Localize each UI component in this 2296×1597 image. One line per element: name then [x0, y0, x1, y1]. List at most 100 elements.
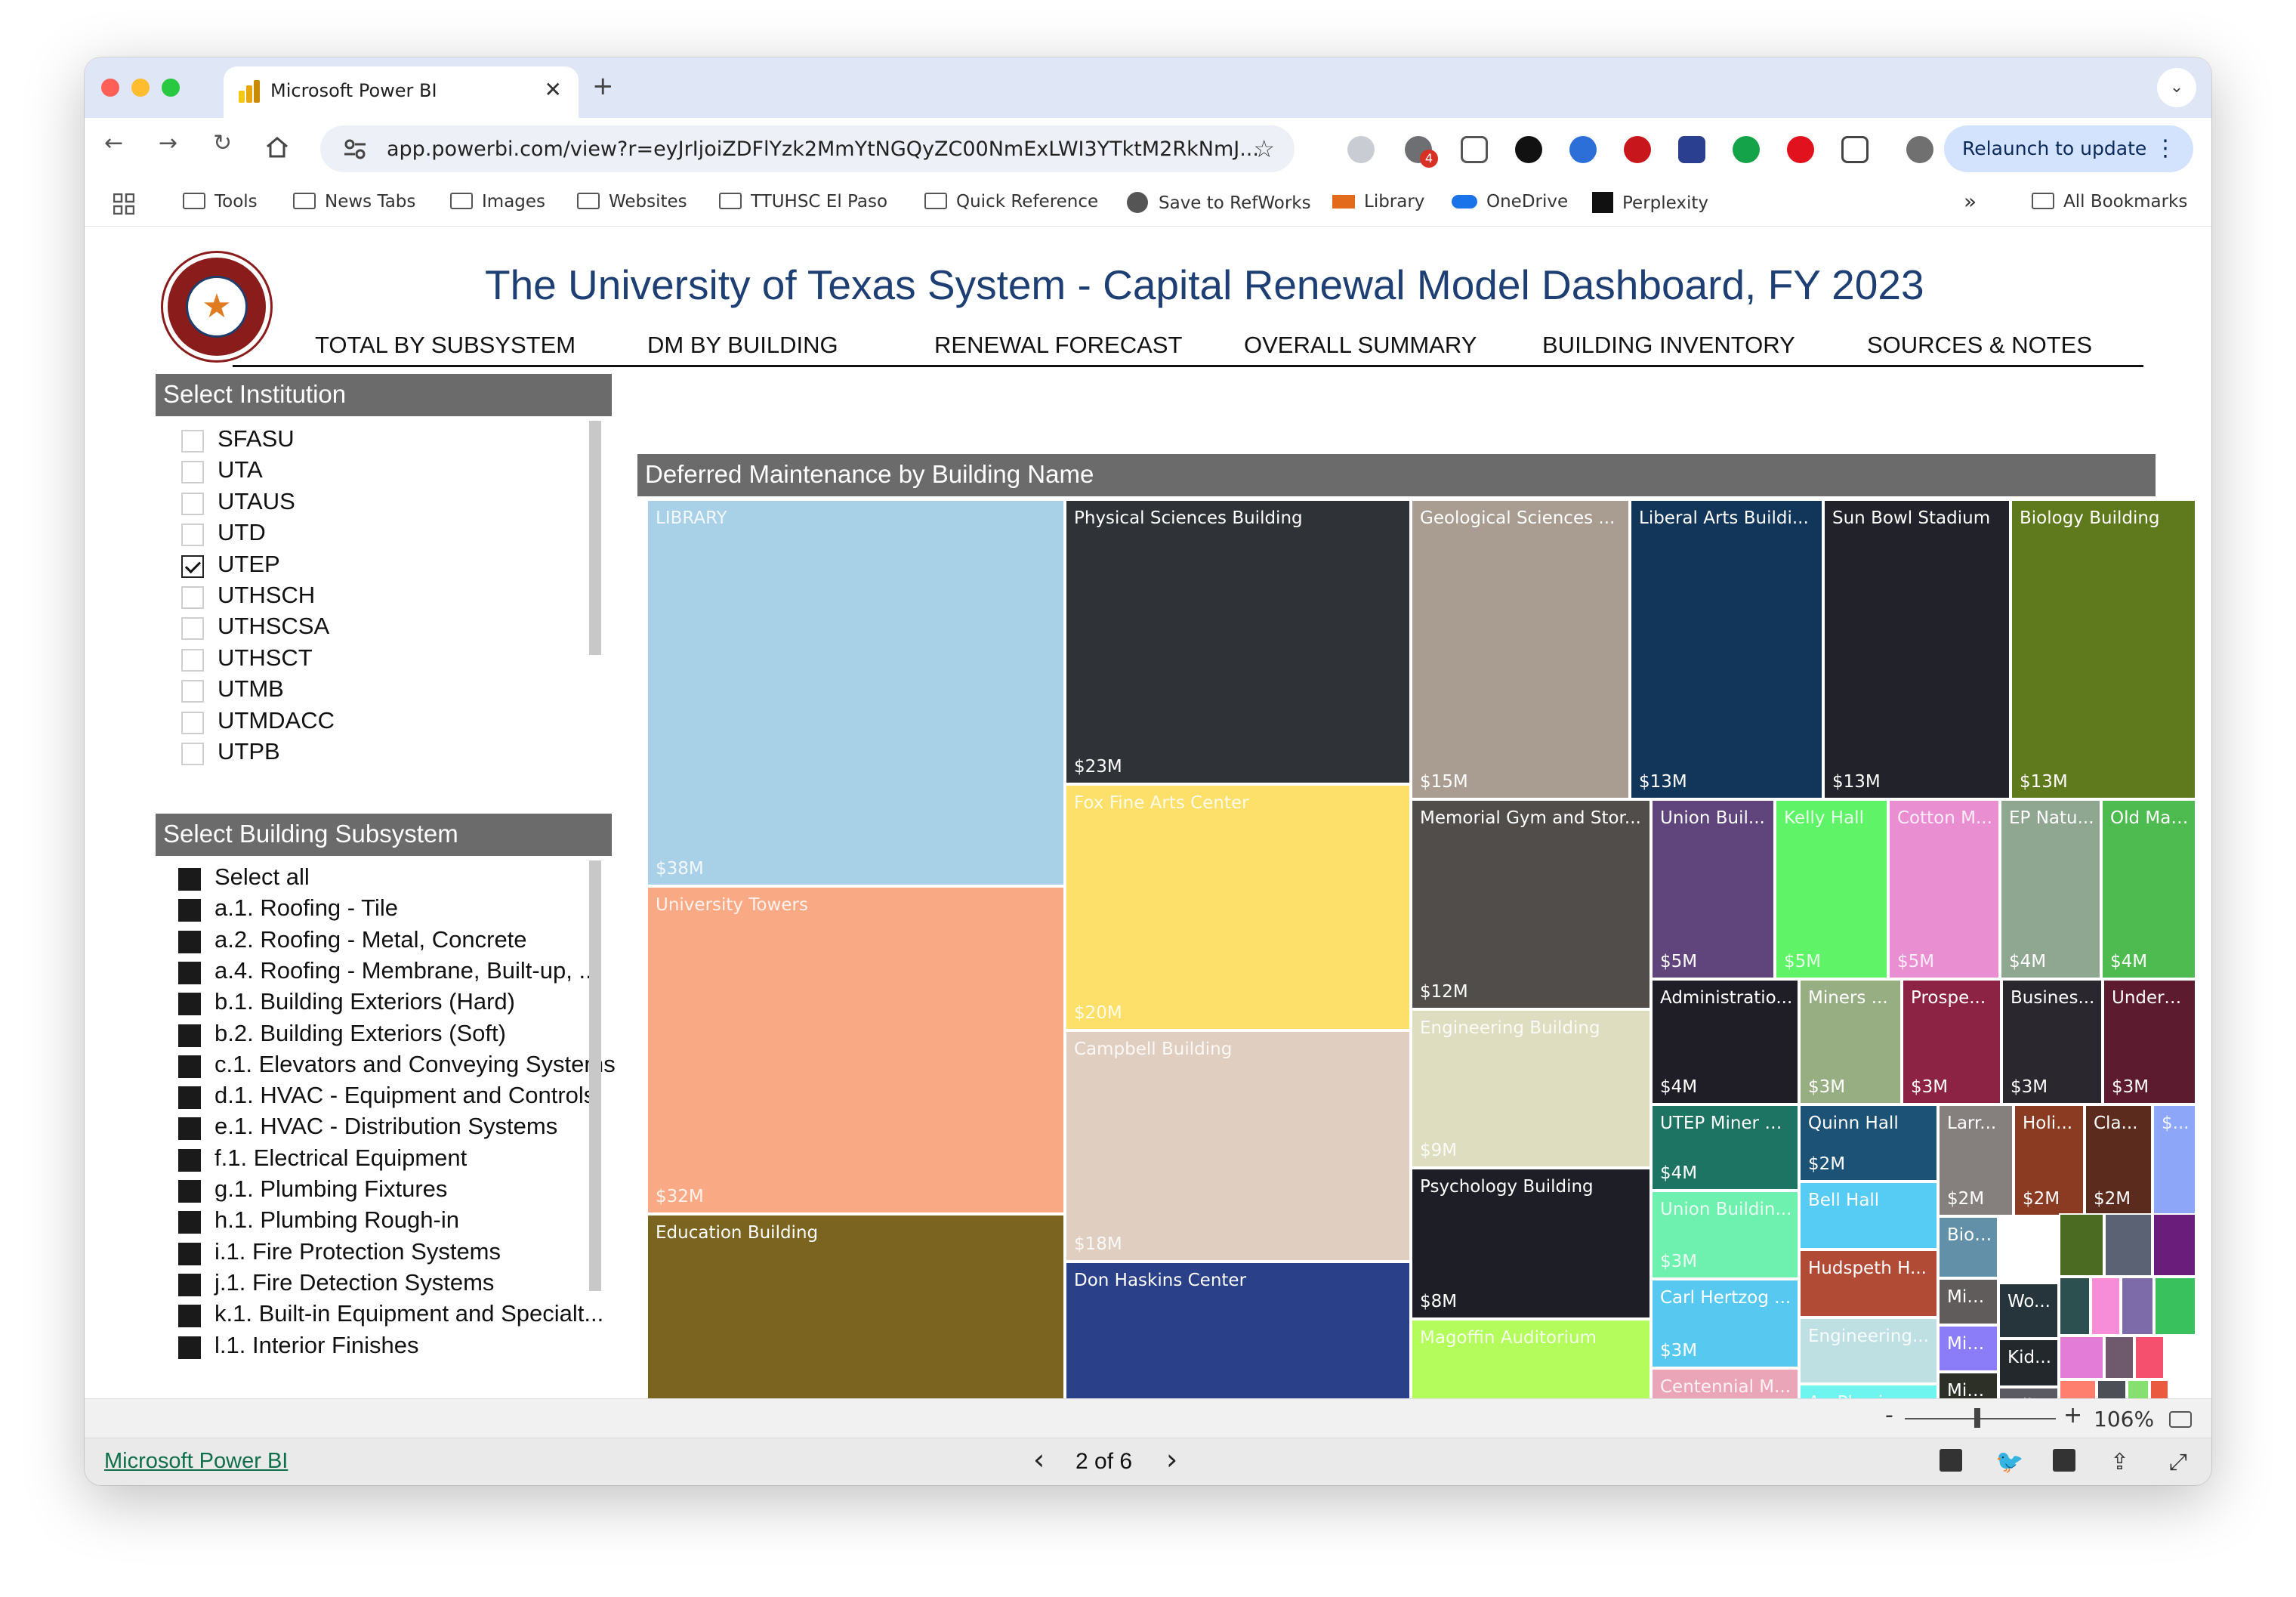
powerbi-link[interactable]: Microsoft Power BI	[104, 1449, 288, 1474]
new-tab-button[interactable]: +	[592, 71, 614, 101]
linkedin-icon[interactable]	[2053, 1449, 2075, 1472]
treemap-tile[interactable]: Administratio... $4M	[1651, 979, 1799, 1104]
tab-sources-notes[interactable]: SOURCES & NOTES	[1867, 332, 2092, 359]
checkbox[interactable]	[178, 1211, 201, 1234]
treemap-tile[interactable]: Union Buildin... $3M	[1651, 1191, 1799, 1279]
treemap-tile[interactable]: Sun Bowl Stadium $13M	[1823, 499, 2011, 799]
checkbox[interactable]	[181, 648, 204, 672]
tab-total-by-subsystem[interactable]: TOTAL BY SUBSYSTEM	[315, 332, 576, 359]
checkbox[interactable]	[178, 1055, 201, 1078]
tab-search-button[interactable]: ⌄	[2157, 68, 2196, 107]
treemap-tile[interactable]: Kelly Hall $5M	[1775, 799, 1888, 979]
extension-icon[interactable]	[1347, 136, 1375, 163]
treemap-tile[interactable]: LIBRARY $38M	[647, 499, 1065, 886]
extension-icon[interactable]	[1787, 136, 1814, 163]
checkbox[interactable]	[178, 1305, 201, 1328]
tab-renewal-forecast[interactable]: RENEWAL FORECAST	[934, 332, 1182, 359]
close-tab-icon[interactable]: ✕	[545, 77, 562, 102]
zoom-slider-track[interactable]	[1905, 1418, 2056, 1419]
bookmark-star-icon[interactable]: ☆	[1253, 134, 1275, 163]
bookmark-library[interactable]: Library	[1332, 192, 1424, 212]
treemap-tile[interactable]: Holi... $2M	[2014, 1104, 2085, 1216]
checkbox[interactable]	[178, 930, 201, 953]
bookmark-onedrive[interactable]: OneDrive	[1452, 192, 1568, 212]
treemap-tile[interactable]: Underg... $3M	[2103, 979, 2196, 1104]
checkbox[interactable]	[181, 524, 204, 547]
checkbox[interactable]	[178, 1024, 201, 1047]
apps-grid-icon[interactable]	[113, 193, 134, 215]
checkbox[interactable]	[178, 1336, 201, 1359]
extension-icon[interactable]	[1569, 136, 1597, 163]
bookmark-ttuhsc[interactable]: TTUHSC El Paso	[719, 192, 887, 212]
treemap-tile[interactable]: Kid...	[1998, 1339, 2059, 1387]
checkbox[interactable]	[181, 743, 204, 765]
treemap-tile[interactable]: Physical Sciences Building $23M	[1065, 499, 1411, 784]
treemap-tile[interactable]: EP Natu... $4M	[2000, 799, 2101, 979]
treemap-tile[interactable]: Larr... $2M	[1938, 1104, 2014, 1216]
facebook-icon[interactable]	[1940, 1449, 1962, 1472]
minimize-window-button[interactable]	[131, 79, 150, 97]
checkbox[interactable]	[178, 1242, 201, 1265]
treemap-tile[interactable]: Hudspeth H...	[1799, 1249, 1938, 1317]
treemap-tile[interactable]: Psychology Building $8M	[1411, 1168, 1651, 1319]
treemap-tile[interactable]: Wo...	[1998, 1283, 2059, 1339]
treemap-tile[interactable]	[2059, 1336, 2104, 1379]
site-settings-icon[interactable]	[343, 137, 367, 160]
checkbox[interactable]	[178, 1273, 201, 1296]
treemap-tile[interactable]	[2059, 1277, 2091, 1336]
treemap-tile[interactable]: Bios...	[1938, 1216, 1998, 1278]
extension-icon[interactable]	[1461, 136, 1488, 163]
treemap-tile[interactable]	[2104, 1336, 2134, 1379]
treemap-tile[interactable]: Fox Fine Arts Center $20M	[1065, 784, 1411, 1030]
checkbox[interactable]	[178, 899, 201, 922]
twitter-icon[interactable]: 🐦	[1995, 1449, 2023, 1475]
zoom-slider-thumb[interactable]	[1974, 1408, 1980, 1428]
checkbox[interactable]	[181, 554, 204, 578]
bookmark-news-tabs[interactable]: News Tabs	[293, 192, 415, 212]
treemap-tile[interactable]: Union Buil... $5M	[1651, 799, 1775, 979]
checkbox[interactable]	[181, 492, 204, 515]
bookmark-tools[interactable]: Tools	[183, 192, 258, 212]
bookmark-websites[interactable]: Websites	[577, 192, 687, 212]
share-icon[interactable]: ⇪	[2110, 1449, 2129, 1475]
treemap-tile[interactable]	[2059, 1213, 2104, 1277]
next-page-button[interactable]: ›	[1166, 1443, 1177, 1476]
checkbox[interactable]	[178, 1117, 201, 1141]
address-bar[interactable]: app.powerbi.com/view?r=eyJrIjoiZDFlYzk2M…	[320, 125, 1295, 172]
treemap-tile[interactable]: Engineering Building $9M	[1411, 1009, 1651, 1168]
treemap-tile[interactable]: Mine...	[1938, 1278, 1998, 1325]
treemap-tile[interactable]: University Towers $32M	[647, 886, 1065, 1214]
treemap-tile[interactable]: Campbell Building $18M	[1065, 1030, 1411, 1262]
checkbox[interactable]	[181, 617, 204, 641]
treemap-tile[interactable]: Mike...	[1938, 1325, 1998, 1372]
tab-dm-by-building[interactable]: DM BY BUILDING	[647, 332, 838, 359]
treemap-tile[interactable]: Old Mai... $4M	[2101, 799, 2196, 979]
bookmark-perplexity[interactable]: Perplexity	[1592, 192, 1708, 213]
treemap-tile[interactable]: Busines... $3M	[2001, 979, 2103, 1104]
extension-icon[interactable]: 4	[1405, 136, 1438, 168]
treemap-tile[interactable]: UTEP Miner H... $4M	[1651, 1104, 1799, 1191]
treemap-tile[interactable]	[2121, 1277, 2154, 1336]
back-icon[interactable]: ←	[104, 130, 123, 156]
checkbox[interactable]	[181, 586, 204, 609]
fullscreen-icon[interactable]: ⤢	[2169, 1449, 2187, 1475]
treemap-tile[interactable]: Quinn Hall $2M	[1799, 1104, 1938, 1182]
treemap-tile[interactable]: Geological Sciences ... $15M	[1411, 499, 1630, 799]
treemap-tile[interactable]: Bell Hall	[1799, 1182, 1938, 1249]
checkbox[interactable]	[181, 461, 204, 484]
maximize-window-button[interactable]	[162, 79, 180, 97]
treemap-tile[interactable]: Miners ... $3M	[1799, 979, 1902, 1104]
treemap-tile[interactable]: Prospe... $3M	[1902, 979, 2001, 1104]
treemap-tile[interactable]: Liberal Arts Buildi... $13M	[1630, 499, 1823, 799]
checkbox[interactable]	[178, 1086, 201, 1110]
treemap-tile[interactable]	[2091, 1277, 2121, 1336]
fit-to-page-icon[interactable]	[2169, 1411, 2192, 1428]
checkbox[interactable]	[181, 430, 204, 453]
zoom-in-button[interactable]: +	[2063, 1402, 2082, 1429]
treemap-tile[interactable]	[2154, 1277, 2196, 1336]
relaunch-button[interactable]: Relaunch to update ⋮	[1944, 125, 2193, 172]
more-menu-icon[interactable]: ⋮	[2154, 125, 2177, 172]
treemap-tile[interactable]	[2134, 1336, 2165, 1379]
browser-tab[interactable]: Microsoft Power BI ✕	[224, 66, 579, 118]
puzzle-icon[interactable]	[1841, 136, 1869, 163]
